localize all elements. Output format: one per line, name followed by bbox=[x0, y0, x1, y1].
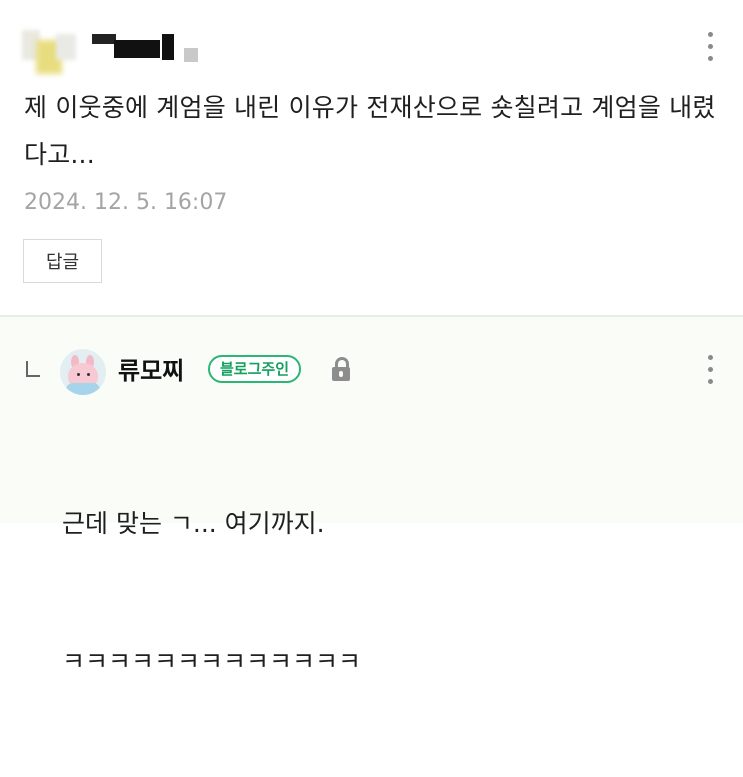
reply-more-icon[interactable] bbox=[705, 353, 715, 387]
reply-button[interactable]: 답글 bbox=[23, 239, 102, 283]
reply-text: 근데 맞는 ㄱ... 여기까지. ㅋㅋㅋㅋㅋㅋㅋㅋㅋㅋㅋㅋㅋ bbox=[62, 409, 702, 777]
lock-icon bbox=[331, 355, 351, 383]
reply-card: 류모찌 블로그주인 근데 맞는 ㄱ... 여기까지. ㅋㅋㅋㅋㅋㅋㅋㅋㅋㅋㅋㅋㅋ bbox=[0, 317, 743, 676]
comment-card: 제 이웃중에 계엄을 내린 이유가 전재산으로 숏칠려고 계엄을 내렸다고...… bbox=[0, 0, 743, 316]
reply-author-name[interactable]: 류모찌 bbox=[118, 351, 184, 386]
blog-owner-badge: 블로그주인 bbox=[208, 355, 302, 383]
reply-line-2: ㅋㅋㅋㅋㅋㅋㅋㅋㅋㅋㅋㅋㅋ bbox=[62, 647, 362, 676]
blurred-avatar-icon[interactable] bbox=[22, 24, 78, 76]
comment-timestamp: 2024. 12. 5. 16:07 bbox=[24, 190, 228, 215]
comment-text: 제 이웃중에 계엄을 내린 이유가 전재산으로 숏칠려고 계엄을 내렸다고... bbox=[24, 93, 716, 169]
comment-more-icon[interactable] bbox=[705, 30, 715, 64]
author-avatar[interactable] bbox=[60, 349, 106, 395]
reply-line-1: 근데 맞는 ㄱ... 여기까지. bbox=[62, 509, 325, 538]
blurred-username[interactable] bbox=[92, 30, 202, 64]
reply-arrow-icon bbox=[26, 361, 40, 377]
